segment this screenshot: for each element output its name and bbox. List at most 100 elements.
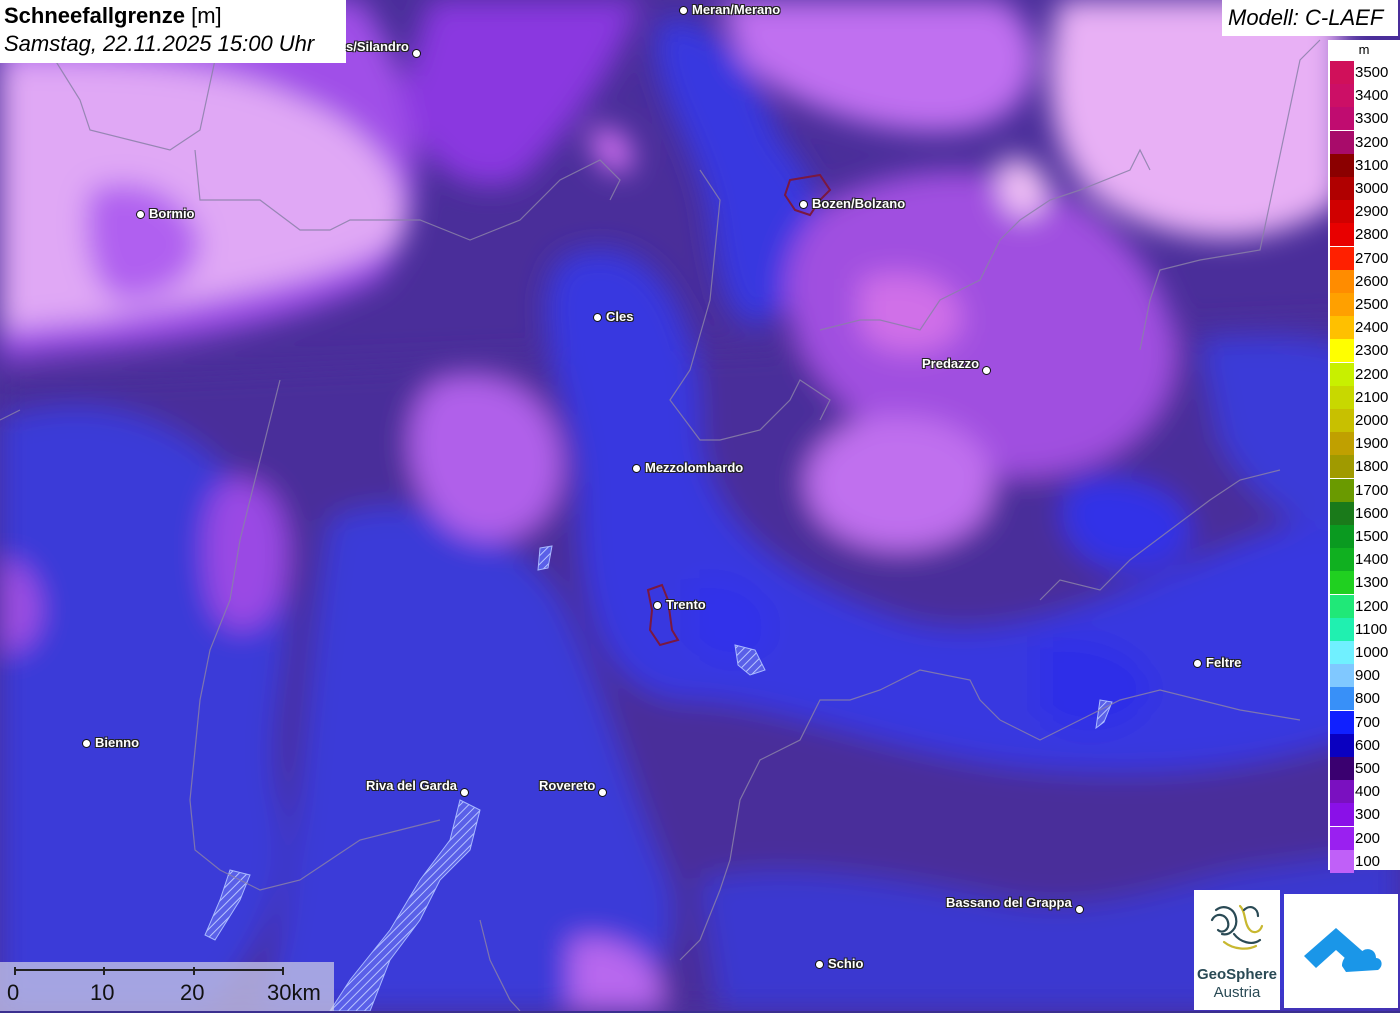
legend-label: 2100: [1355, 388, 1389, 406]
geosphere-logo-subtext: Austria: [1213, 984, 1261, 1001]
city-dot: [982, 366, 991, 375]
snowline-fields: [0, 0, 1400, 1011]
legend-swatch: [1330, 293, 1354, 316]
legend-label: 1300: [1355, 574, 1389, 592]
legend-swatch: [1330, 687, 1354, 711]
city-dot: [799, 200, 808, 209]
legend-label: 2200: [1355, 365, 1389, 383]
city-dot: [82, 739, 91, 748]
model-label: Modell: C-LAEF: [1228, 5, 1384, 30]
legend-item: 1100: [1328, 617, 1400, 641]
city-dot: [632, 464, 641, 473]
legend-label: 100: [1355, 852, 1381, 870]
legend-item: 1900: [1328, 432, 1400, 456]
legend-label: 400: [1355, 783, 1381, 801]
legend-swatch: [1330, 849, 1354, 873]
legend-label: 3300: [1355, 110, 1389, 128]
legend-label: 3100: [1355, 156, 1389, 174]
legend-swatch: [1330, 664, 1354, 688]
legend-item: 3300: [1328, 107, 1400, 131]
legend-label: 1400: [1355, 551, 1389, 569]
legend-label: 1700: [1355, 481, 1389, 499]
legend-label: 2300: [1355, 342, 1389, 360]
legend-item: 3100: [1328, 153, 1400, 177]
legend-label: 2900: [1355, 203, 1389, 221]
city-label: Mezzolombardo: [645, 460, 744, 475]
legend-item: 700: [1328, 710, 1400, 734]
weather-app-logo[interactable]: [1284, 894, 1398, 1008]
scale-tick: [193, 967, 195, 975]
scale-tick: [14, 967, 16, 975]
city-dot: [1075, 905, 1084, 914]
legend-item: 2900: [1328, 200, 1400, 224]
city-label: Riva del Garda: [366, 778, 458, 793]
city-dot: [460, 788, 469, 797]
city-label: s/Silandro: [346, 39, 409, 54]
city-dot: [412, 49, 421, 58]
legend-swatch: [1330, 641, 1354, 664]
legend-swatch: [1330, 339, 1354, 363]
legend-item: 800: [1328, 687, 1400, 711]
city-label: Cles: [606, 309, 634, 324]
legend-label: 1800: [1355, 458, 1389, 476]
legend-item: 1000: [1328, 641, 1400, 664]
legend-item: 1300: [1328, 571, 1400, 595]
legend-swatch: [1330, 130, 1354, 154]
map-datetime: Samstag, 22.11.2025 15:00 Uhr: [4, 31, 315, 56]
city-label: Rovereto: [539, 778, 596, 793]
legend-label: 900: [1355, 667, 1381, 685]
legend-label: 2500: [1355, 296, 1389, 313]
legend-item: 400: [1328, 780, 1400, 804]
geosphere-austria-logo[interactable]: GeoSphere Austria: [1194, 890, 1280, 1010]
legend-item: 900: [1328, 664, 1400, 688]
legend-label: 1200: [1355, 597, 1389, 615]
legend-label: 1500: [1355, 528, 1389, 545]
legend-item: 2000: [1328, 409, 1400, 432]
legend-item: 2600: [1328, 269, 1400, 293]
legend-swatch: [1330, 826, 1354, 850]
legend-item: 3500: [1328, 61, 1400, 84]
legend-item: 3400: [1328, 84, 1400, 108]
legend-label: 1000: [1355, 644, 1389, 661]
legend-item: 600: [1328, 733, 1400, 757]
legend-label: 500: [1355, 760, 1381, 777]
legend-swatch: [1330, 617, 1354, 641]
legend-item: 3000: [1328, 177, 1400, 200]
legend-label: 3400: [1355, 87, 1389, 105]
legend-swatch: [1330, 432, 1354, 456]
legend-swatch: [1330, 733, 1354, 757]
legend-label: 1900: [1355, 435, 1389, 453]
legend-item: 2100: [1328, 385, 1400, 409]
legend-swatch: [1330, 455, 1354, 479]
legend-label: 1100: [1355, 620, 1388, 638]
city-label: Schio: [828, 956, 864, 971]
legend-item: 2700: [1328, 246, 1400, 270]
legend-swatch: [1330, 385, 1354, 409]
legend-swatch: [1330, 269, 1354, 293]
color-legend: m 3500 3400 3300 3200 3100 3000 2900 2800 2700 26…: [1328, 40, 1400, 873]
geosphere-logo-text: GeoSphere: [1196, 966, 1278, 983]
legend-item: 2300: [1328, 339, 1400, 363]
city-label: Feltre: [1206, 655, 1242, 670]
city-label: Bienno: [95, 735, 140, 750]
scale-tick: [103, 967, 105, 975]
legend-swatch: [1330, 710, 1354, 734]
snowfall-line-map[interactable]: [0, 0, 1400, 1011]
legend-label: 300: [1355, 806, 1381, 824]
legend-swatch: [1330, 84, 1354, 108]
cloud-arrow-icon: [1304, 928, 1382, 972]
legend-label: 2400: [1355, 319, 1389, 337]
legend-item: 1700: [1328, 478, 1400, 502]
legend-swatch: [1330, 803, 1354, 827]
legend-swatch: [1330, 525, 1354, 548]
scale-bar: 0 10 20 30km: [0, 962, 334, 1011]
legend-item: 1600: [1328, 501, 1400, 525]
city-label: Trento: [666, 597, 706, 612]
model-label-box: Modell: C-LAEF: [1222, 0, 1398, 36]
legend-label: 2600: [1355, 272, 1389, 290]
legend-item: 1800: [1328, 455, 1400, 479]
legend-item: 2500: [1328, 293, 1400, 316]
city-dot: [598, 788, 607, 797]
legend-swatch: [1330, 362, 1354, 386]
legend-item: 2200: [1328, 362, 1400, 386]
